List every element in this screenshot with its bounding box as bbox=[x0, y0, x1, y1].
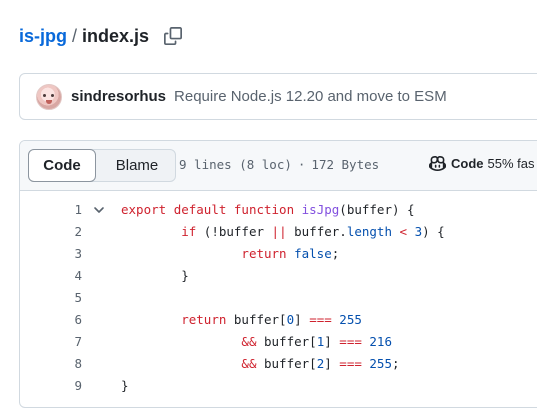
code-line: 4 } bbox=[20, 265, 537, 287]
code-token: false bbox=[294, 246, 332, 261]
line-number[interactable]: 4 bbox=[20, 265, 82, 287]
code-token: 255 bbox=[339, 312, 362, 327]
code-text: return buffer[0] === 255 bbox=[121, 309, 362, 331]
code-token: if bbox=[181, 224, 197, 239]
code-token: && bbox=[241, 356, 257, 371]
code-token: ; bbox=[331, 246, 340, 261]
code-token: isJpg bbox=[301, 202, 340, 217]
copilot-code-summary[interactable]: Code 55% fas bbox=[429, 155, 534, 172]
code-token: ) { bbox=[422, 224, 445, 239]
code-token: buffer. bbox=[286, 224, 347, 239]
code-line: 3 return false; bbox=[20, 243, 537, 265]
code-text: && buffer[2] === 255; bbox=[121, 353, 400, 375]
line-number[interactable]: 7 bbox=[20, 331, 82, 353]
code-token: || bbox=[271, 224, 287, 239]
file-size: 172 Bytes bbox=[311, 157, 380, 172]
code-token: (buffer) { bbox=[339, 202, 415, 217]
code-line: 9} bbox=[20, 375, 537, 397]
line-number[interactable]: 6 bbox=[20, 309, 82, 331]
code-text: && buffer[1] === 216 bbox=[121, 331, 392, 353]
copilot-icon bbox=[429, 156, 446, 171]
code-line: 6 return buffer[0] === 255 bbox=[20, 309, 537, 331]
code-token: buffer[ bbox=[256, 356, 317, 371]
code-token: ] bbox=[324, 356, 340, 371]
code-token: 255 bbox=[369, 356, 392, 371]
code-token: length bbox=[346, 224, 392, 239]
code-token: === bbox=[339, 334, 362, 349]
latest-commit-bar: sindresorhus Require Node.js 12.20 and m… bbox=[19, 73, 537, 120]
code-text: export default function isJpg(buffer) { bbox=[121, 199, 415, 221]
commit-author-link[interactable]: sindresorhus bbox=[71, 88, 166, 105]
file-view-page: is-jpg / index.js sindresorhus Require N… bbox=[0, 0, 537, 413]
line-number[interactable]: 1 bbox=[20, 199, 82, 221]
code-token: function bbox=[233, 202, 295, 217]
code-line: 5 bbox=[20, 287, 537, 309]
file-meta: 9 lines (8 loc) · 172 Bytes bbox=[179, 157, 379, 172]
commit-message-link[interactable]: Require Node.js 12.20 and move to ESM bbox=[174, 88, 447, 105]
author-avatar[interactable] bbox=[36, 83, 62, 110]
code-line: 7 && buffer[1] === 216 bbox=[20, 331, 537, 353]
breadcrumb-separator: / bbox=[72, 25, 78, 46]
code-token: ] bbox=[294, 312, 310, 327]
code-token: === bbox=[339, 356, 362, 371]
copilot-label: Code bbox=[451, 156, 484, 171]
blame-view-button[interactable]: Blame bbox=[98, 150, 176, 181]
code-text: } bbox=[121, 375, 129, 397]
line-number[interactable]: 3 bbox=[20, 243, 82, 265]
code-line: 8 && buffer[2] === 255; bbox=[20, 353, 537, 375]
view-mode-toggle: Code Blame bbox=[28, 149, 176, 182]
code-text: if (!buffer || buffer.length < 3) { bbox=[121, 221, 445, 243]
code-view-button[interactable]: Code bbox=[28, 149, 96, 182]
line-number[interactable]: 8 bbox=[20, 353, 82, 375]
code-token: 216 bbox=[369, 334, 392, 349]
copilot-percentage: 55% fas bbox=[487, 156, 535, 171]
breadcrumb-repo-link[interactable]: is-jpg bbox=[19, 26, 67, 47]
breadcrumb-file-name: index.js bbox=[82, 25, 150, 46]
code-token: === bbox=[309, 312, 332, 327]
code-token: export bbox=[121, 202, 167, 217]
code-token: default bbox=[173, 202, 227, 217]
line-number[interactable]: 2 bbox=[20, 221, 82, 243]
code-text: } bbox=[121, 265, 189, 287]
code-token: return bbox=[241, 246, 287, 261]
code-token: buffer[ bbox=[226, 312, 287, 327]
code-token: return bbox=[181, 312, 227, 327]
line-count: 9 lines (8 loc) bbox=[179, 157, 292, 172]
code-token: } bbox=[121, 268, 189, 283]
code-token: && bbox=[241, 334, 257, 349]
file-header: Code Blame 9 lines (8 loc) · 172 Bytes Cod… bbox=[20, 141, 537, 191]
chevron-down-icon[interactable] bbox=[93, 204, 105, 216]
code-line: 1 export default function isJpg(buffer) { bbox=[20, 199, 537, 221]
code-token: ; bbox=[391, 356, 400, 371]
code-token: (!buffer bbox=[196, 224, 272, 239]
code-listing: 1 export default function isJpg(buffer) {… bbox=[20, 191, 537, 397]
line-number[interactable]: 9 bbox=[20, 375, 82, 397]
copy-path-icon[interactable] bbox=[164, 27, 183, 45]
file-viewer: Code Blame 9 lines (8 loc) · 172 Bytes Cod… bbox=[19, 140, 537, 408]
code-token: 0 bbox=[286, 312, 295, 327]
code-token: 3 bbox=[414, 224, 423, 239]
code-line: 2 if (!buffer || buffer.length < 3) { bbox=[20, 221, 537, 243]
meta-separator: · bbox=[297, 157, 306, 172]
breadcrumb: is-jpg / index.js bbox=[19, 24, 183, 48]
code-text: return false; bbox=[121, 243, 339, 265]
code-token: } bbox=[121, 378, 129, 393]
code-token: buffer[ bbox=[256, 334, 317, 349]
code-token: ] bbox=[324, 334, 340, 349]
code-token: < bbox=[399, 224, 408, 239]
line-number[interactable]: 5 bbox=[20, 287, 82, 309]
